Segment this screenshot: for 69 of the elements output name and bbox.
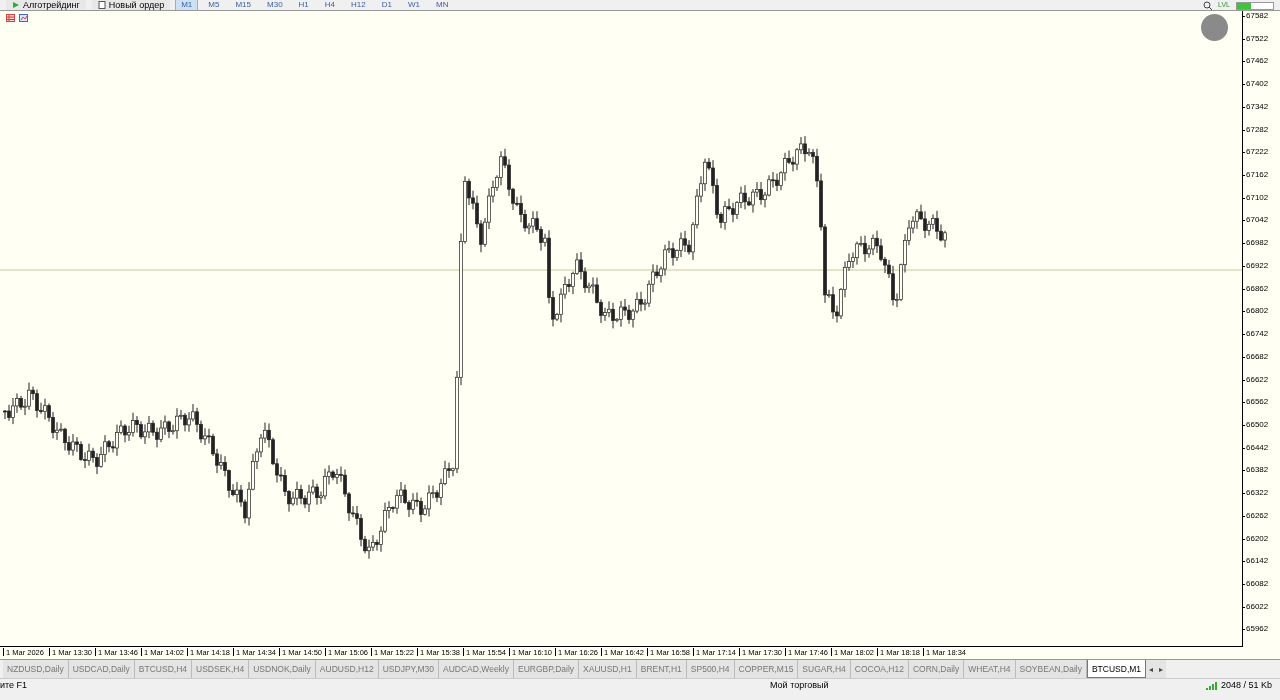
price-tick-label: 66022 — [1242, 601, 1280, 625]
chart-tab[interactable]: USDCAD,Daily — [68, 660, 135, 678]
price-tick-label: 67342 — [1242, 101, 1280, 125]
timeframe-button[interactable]: MN — [430, 0, 454, 10]
toolbar-button[interactable]: Алготрейдинг — [6, 0, 86, 10]
chart-tab[interactable]: AUDCAD,Weekly — [439, 660, 514, 678]
timeframe-button[interactable]: M5 — [203, 0, 225, 10]
cursor-highlight — [1201, 14, 1228, 41]
price-tick-label: 66562 — [1242, 397, 1280, 420]
timeframe-button[interactable]: M15 — [230, 0, 256, 10]
chart-tab[interactable]: USDSEK,H4 — [192, 660, 250, 678]
timeframe-button[interactable]: W1 — [402, 0, 425, 10]
price-tick-label: 66682 — [1242, 351, 1280, 375]
chart-tab[interactable]: WHEAT,H4 — [964, 660, 1016, 678]
chart-tab[interactable]: SOYBEAN,Daily — [1015, 660, 1087, 678]
chart-icon[interactable] — [19, 14, 28, 22]
chart-tab[interactable]: SUGAR,H4 — [798, 660, 851, 678]
price-tick-label: 67402 — [1242, 79, 1280, 102]
price-tick-label: 67522 — [1242, 33, 1280, 57]
chart-tab[interactable]: SP500,H4 — [686, 660, 735, 678]
tab-scroll-button[interactable]: ▸ — [1156, 660, 1167, 678]
price-tick-label: 66982 — [1242, 238, 1280, 261]
price-tick-label: 66742 — [1242, 329, 1280, 352]
timeframe-button[interactable]: D1 — [376, 0, 397, 10]
tab-scroll-button[interactable]: ◂ — [1146, 660, 1157, 678]
traffic-label: 2048 / 51 Kb — [1220, 680, 1272, 690]
price-tick-label: 66862 — [1242, 283, 1280, 307]
price-tick-label: 66382 — [1242, 465, 1280, 489]
price-tick-label: 66622 — [1242, 374, 1280, 398]
price-tick-label: 65962 — [1242, 624, 1280, 648]
price-tick-label: 66202 — [1242, 533, 1280, 557]
chart-tab[interactable]: CORN,Daily — [908, 660, 965, 678]
search-icon[interactable] — [1203, 1, 1213, 10]
chart-tab[interactable]: BTCUSD,H4 — [134, 660, 192, 678]
timeframe-button[interactable]: M30 — [262, 0, 288, 10]
chart-tab[interactable]: NZDUSD,Daily — [3, 660, 69, 678]
chart-tab[interactable]: BTCUSD,M1 — [1086, 660, 1147, 678]
chart-tab[interactable]: USDJPY,M30 — [378, 660, 440, 678]
price-tick-label: 67582 — [1242, 11, 1280, 34]
grid-icon[interactable] — [6, 14, 15, 22]
chart-tab[interactable]: XAUUSD,H1 — [579, 660, 637, 678]
price-tick-label: 67462 — [1242, 56, 1280, 80]
price-tick-label: 66502 — [1242, 419, 1280, 443]
chart-tab[interactable]: COCOA,H12 — [850, 660, 909, 678]
price-tick-label: 66442 — [1242, 442, 1280, 466]
price-tick-label: 66262 — [1242, 510, 1280, 534]
price-tick-label: 67042 — [1242, 215, 1280, 239]
toolbar-button[interactable]: Новый ордер — [91, 0, 171, 10]
chart-tab[interactable]: BRENT,H1 — [636, 660, 687, 678]
timeframe-button[interactable]: H12 — [346, 0, 371, 10]
timeframe-button[interactable]: H4 — [319, 0, 341, 10]
profile-name: Мой торговый — [770, 680, 830, 690]
price-tick-label: 66802 — [1242, 306, 1280, 330]
chart-tab[interactable]: AUDUSD,H12 — [315, 660, 379, 678]
price-tick-label: 66142 — [1242, 556, 1280, 579]
chart-tab[interactable]: COPPER,M15 — [734, 660, 799, 678]
help-hint: ите F1 — [0, 680, 29, 690]
timeframe-button[interactable]: M1 — [176, 0, 198, 10]
price-tick-label: 67222 — [1242, 147, 1280, 171]
price-tick-label: 66322 — [1242, 488, 1280, 511]
chart-tab[interactable]: USDNOK,Daily — [249, 660, 316, 678]
price-tick-label: 67162 — [1242, 170, 1280, 193]
price-tick-label: 67282 — [1242, 124, 1280, 148]
price-tick-label: 66082 — [1242, 578, 1280, 602]
signal-icon — [1205, 680, 1218, 690]
chart-tab[interactable]: EURGBP,Daily — [514, 660, 580, 678]
timeframe-button[interactable]: H1 — [293, 0, 314, 10]
price-tick-label: 67102 — [1242, 192, 1280, 216]
price-tick-label: 66922 — [1242, 260, 1280, 284]
